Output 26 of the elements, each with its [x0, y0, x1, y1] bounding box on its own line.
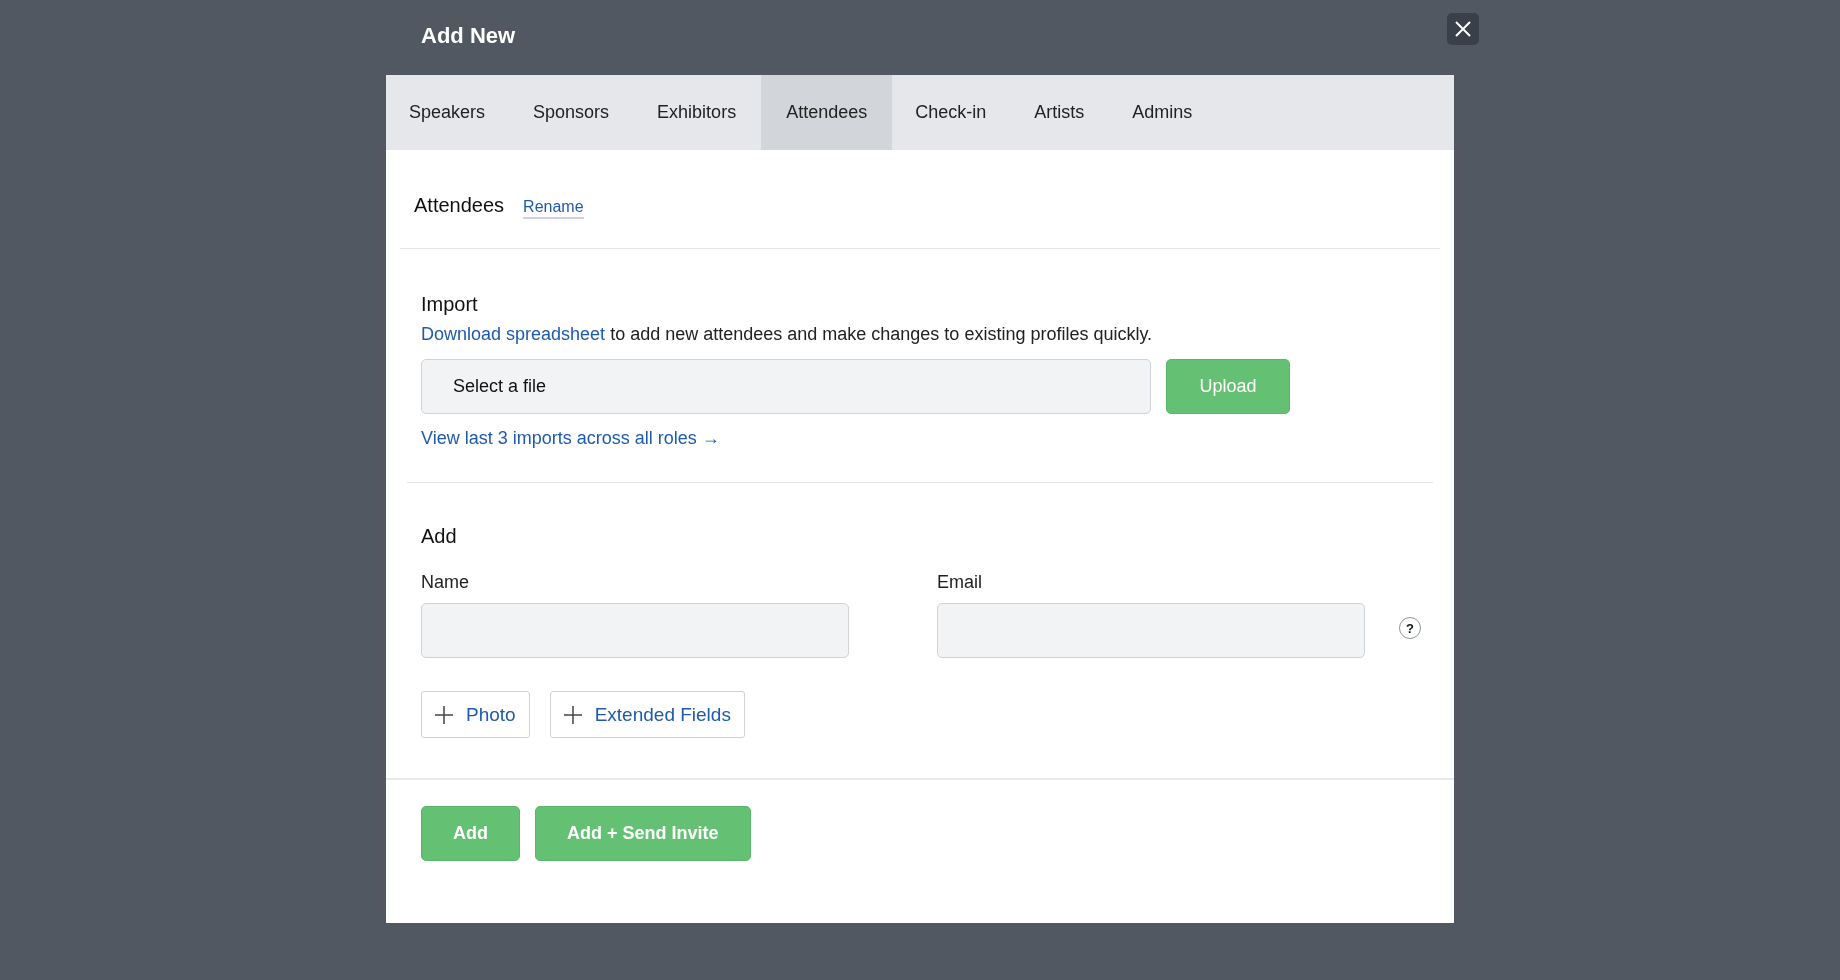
add-heading: Add	[421, 525, 458, 548]
tab[interactable]: Speakers	[386, 75, 511, 150]
tab[interactable]: Check-in	[892, 75, 1012, 150]
close-icon	[1454, 20, 1472, 38]
field-label: Name	[421, 572, 470, 593]
add-option-button[interactable]: Extended Fields	[549, 691, 745, 738]
import-description: Download spreadsheet to add new attendees and make changes to existing profiles quickly.	[421, 324, 1154, 345]
file-field[interactable]: Select a file	[421, 359, 1151, 414]
tab[interactable]: Admins	[1109, 75, 1218, 150]
plus-icon	[435, 705, 453, 724]
tab[interactable]: Sponsors	[510, 75, 635, 150]
download-spreadsheet-link[interactable]: Download spreadsheet	[421, 324, 606, 344]
plus-icon	[563, 705, 582, 724]
close-button[interactable]	[1447, 13, 1479, 45]
import-heading: Import	[421, 293, 479, 316]
section-title: Attendees	[414, 194, 505, 217]
add-option-button[interactable]: Photo	[421, 691, 530, 738]
input-field[interactable]	[937, 603, 1365, 658]
tab[interactable]: Artists	[1011, 75, 1110, 150]
tab[interactable]: Exhibitors	[634, 75, 762, 150]
input-field[interactable]	[421, 603, 849, 658]
import-history-link[interactable]: View last 3 imports across all roles →	[421, 428, 720, 449]
tab[interactable]: Attendees	[761, 75, 893, 150]
rename-link[interactable]: Rename	[523, 198, 584, 219]
field-label: Email	[937, 572, 983, 593]
dialog-title: Add New	[421, 23, 516, 49]
